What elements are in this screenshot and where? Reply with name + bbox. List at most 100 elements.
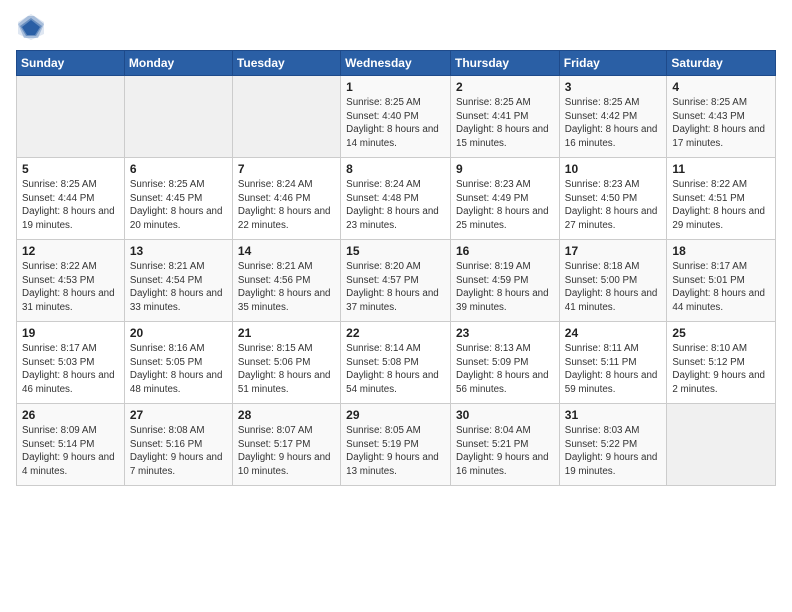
calendar-cell: 28 Sunrise: 8:07 AM Sunset: 5:17 PM Dayli… — [232, 404, 340, 486]
calendar-cell: 22 Sunrise: 8:14 AM Sunset: 5:08 PM Dayli… — [341, 322, 451, 404]
day-number: 20 — [130, 326, 227, 340]
day-info: Sunrise: 8:24 AM Sunset: 4:48 PM Dayligh… — [346, 178, 445, 233]
day-number: 13 — [130, 244, 227, 258]
day-number: 19 — [22, 326, 119, 340]
day-info: Sunrise: 8:14 AM Sunset: 5:08 PM Dayligh… — [346, 342, 445, 397]
day-number: 29 — [346, 408, 445, 422]
calendar-cell: 23 Sunrise: 8:13 AM Sunset: 5:09 PM Dayli… — [451, 322, 560, 404]
day-info: Sunrise: 8:11 AM Sunset: 5:11 PM Dayligh… — [565, 342, 662, 397]
day-info: Sunrise: 8:25 AM Sunset: 4:44 PM Dayligh… — [22, 178, 119, 233]
day-number: 11 — [672, 162, 770, 176]
day-info: Sunrise: 8:22 AM Sunset: 4:53 PM Dayligh… — [22, 260, 119, 315]
calendar-cell: 31 Sunrise: 8:03 AM Sunset: 5:22 PM Dayli… — [559, 404, 667, 486]
calendar-header: SundayMondayTuesdayWednesdayThursdayFrid… — [17, 51, 776, 76]
weekday-header: Wednesday — [341, 51, 451, 76]
calendar-cell: 4 Sunrise: 8:25 AM Sunset: 4:43 PM Daylig… — [667, 76, 776, 158]
logo-icon — [16, 12, 46, 42]
day-info: Sunrise: 8:25 AM Sunset: 4:40 PM Dayligh… — [346, 96, 445, 151]
day-number: 3 — [565, 80, 662, 94]
day-number: 16 — [456, 244, 554, 258]
calendar-cell: 24Sunrise: 8:11 AM Sunset: 5:11 PM Dayli… — [559, 322, 667, 404]
calendar-cell: 6 Sunrise: 8:25 AM Sunset: 4:45 PM Daylig… — [124, 158, 232, 240]
day-info: Sunrise: 8:05 AM Sunset: 5:19 PM Dayligh… — [346, 424, 445, 479]
day-info: Sunrise: 8:17 AM Sunset: 5:03 PM Dayligh… — [22, 342, 119, 397]
calendar-cell: 16 Sunrise: 8:19 AM Sunset: 4:59 PM Dayli… — [451, 240, 560, 322]
day-number: 30 — [456, 408, 554, 422]
weekday-header: Sunday — [17, 51, 125, 76]
day-info: Sunrise: 8:09 AM Sunset: 5:14 PM Dayligh… — [22, 424, 119, 479]
day-info: Sunrise: 8:23 AM Sunset: 4:50 PM Dayligh… — [565, 178, 662, 233]
calendar-week: 12Sunrise: 8:22 AM Sunset: 4:53 PM Dayli… — [17, 240, 776, 322]
day-number: 7 — [238, 162, 335, 176]
day-info: Sunrise: 8:24 AM Sunset: 4:46 PM Dayligh… — [238, 178, 335, 233]
calendar-cell: 15 Sunrise: 8:20 AM Sunset: 4:57 PM Dayli… — [341, 240, 451, 322]
calendar-cell: 2Sunrise: 8:25 AM Sunset: 4:41 PM Daylig… — [451, 76, 560, 158]
day-number: 10 — [565, 162, 662, 176]
day-info: Sunrise: 8:10 AM Sunset: 5:12 PM Dayligh… — [672, 342, 770, 397]
day-info: Sunrise: 8:23 AM Sunset: 4:49 PM Dayligh… — [456, 178, 554, 233]
day-number: 15 — [346, 244, 445, 258]
calendar-week: 5Sunrise: 8:25 AM Sunset: 4:44 PM Daylig… — [17, 158, 776, 240]
calendar-cell: 29 Sunrise: 8:05 AM Sunset: 5:19 PM Dayli… — [341, 404, 451, 486]
day-number: 9 — [456, 162, 554, 176]
day-number: 1 — [346, 80, 445, 94]
day-number: 14 — [238, 244, 335, 258]
weekday-header: Thursday — [451, 51, 560, 76]
calendar-cell: 27 Sunrise: 8:08 AM Sunset: 5:16 PM Dayli… — [124, 404, 232, 486]
calendar: SundayMondayTuesdayWednesdayThursdayFrid… — [16, 50, 776, 486]
calendar-cell: 21Sunrise: 8:15 AM Sunset: 5:06 PM Dayli… — [232, 322, 340, 404]
day-info: Sunrise: 8:21 AM Sunset: 4:56 PM Dayligh… — [238, 260, 335, 315]
day-info: Sunrise: 8:13 AM Sunset: 5:09 PM Dayligh… — [456, 342, 554, 397]
day-info: Sunrise: 8:25 AM Sunset: 4:45 PM Dayligh… — [130, 178, 227, 233]
calendar-week: 1 Sunrise: 8:25 AM Sunset: 4:40 PM Daylig… — [17, 76, 776, 158]
calendar-cell: 19 Sunrise: 8:17 AM Sunset: 5:03 PM Dayli… — [17, 322, 125, 404]
calendar-cell: 26 Sunrise: 8:09 AM Sunset: 5:14 PM Dayli… — [17, 404, 125, 486]
calendar-cell: 11 Sunrise: 8:22 AM Sunset: 4:51 PM Dayli… — [667, 158, 776, 240]
day-number: 22 — [346, 326, 445, 340]
calendar-cell — [17, 76, 125, 158]
calendar-cell: 5Sunrise: 8:25 AM Sunset: 4:44 PM Daylig… — [17, 158, 125, 240]
day-info: Sunrise: 8:22 AM Sunset: 4:51 PM Dayligh… — [672, 178, 770, 233]
calendar-cell: 18Sunrise: 8:17 AM Sunset: 5:01 PM Dayli… — [667, 240, 776, 322]
calendar-cell — [667, 404, 776, 486]
calendar-week: 19 Sunrise: 8:17 AM Sunset: 5:03 PM Dayli… — [17, 322, 776, 404]
calendar-cell: 17 Sunrise: 8:18 AM Sunset: 5:00 PM Dayli… — [559, 240, 667, 322]
day-number: 31 — [565, 408, 662, 422]
day-info: Sunrise: 8:04 AM Sunset: 5:21 PM Dayligh… — [456, 424, 554, 479]
calendar-cell: 30 Sunrise: 8:04 AM Sunset: 5:21 PM Dayli… — [451, 404, 560, 486]
day-number: 27 — [130, 408, 227, 422]
day-info: Sunrise: 8:21 AM Sunset: 4:54 PM Dayligh… — [130, 260, 227, 315]
day-number: 8 — [346, 162, 445, 176]
day-number: 2 — [456, 80, 554, 94]
calendar-cell: 20 Sunrise: 8:16 AM Sunset: 5:05 PM Dayli… — [124, 322, 232, 404]
day-number: 4 — [672, 80, 770, 94]
day-number: 21 — [238, 326, 335, 340]
calendar-cell: 13 Sunrise: 8:21 AM Sunset: 4:54 PM Dayli… — [124, 240, 232, 322]
calendar-cell: 9 Sunrise: 8:23 AM Sunset: 4:49 PM Daylig… — [451, 158, 560, 240]
calendar-cell: 1 Sunrise: 8:25 AM Sunset: 4:40 PM Daylig… — [341, 76, 451, 158]
day-info: Sunrise: 8:19 AM Sunset: 4:59 PM Dayligh… — [456, 260, 554, 315]
day-info: Sunrise: 8:18 AM Sunset: 5:00 PM Dayligh… — [565, 260, 662, 315]
weekday-header: Friday — [559, 51, 667, 76]
calendar-cell: 7 Sunrise: 8:24 AM Sunset: 4:46 PM Daylig… — [232, 158, 340, 240]
day-number: 26 — [22, 408, 119, 422]
weekday-header: Saturday — [667, 51, 776, 76]
day-number: 23 — [456, 326, 554, 340]
calendar-cell: 14 Sunrise: 8:21 AM Sunset: 4:56 PM Dayli… — [232, 240, 340, 322]
day-info: Sunrise: 8:25 AM Sunset: 4:42 PM Dayligh… — [565, 96, 662, 151]
calendar-body: 1 Sunrise: 8:25 AM Sunset: 4:40 PM Daylig… — [17, 76, 776, 486]
day-info: Sunrise: 8:20 AM Sunset: 4:57 PM Dayligh… — [346, 260, 445, 315]
calendar-week: 26 Sunrise: 8:09 AM Sunset: 5:14 PM Dayli… — [17, 404, 776, 486]
day-info: Sunrise: 8:07 AM Sunset: 5:17 PM Dayligh… — [238, 424, 335, 479]
calendar-cell: 3 Sunrise: 8:25 AM Sunset: 4:42 PM Daylig… — [559, 76, 667, 158]
day-info: Sunrise: 8:03 AM Sunset: 5:22 PM Dayligh… — [565, 424, 662, 479]
page: SundayMondayTuesdayWednesdayThursdayFrid… — [0, 0, 792, 612]
day-number: 17 — [565, 244, 662, 258]
day-number: 25 — [672, 326, 770, 340]
calendar-cell — [124, 76, 232, 158]
day-info: Sunrise: 8:25 AM Sunset: 4:43 PM Dayligh… — [672, 96, 770, 151]
day-number: 28 — [238, 408, 335, 422]
day-number: 6 — [130, 162, 227, 176]
day-info: Sunrise: 8:16 AM Sunset: 5:05 PM Dayligh… — [130, 342, 227, 397]
day-info: Sunrise: 8:08 AM Sunset: 5:16 PM Dayligh… — [130, 424, 227, 479]
